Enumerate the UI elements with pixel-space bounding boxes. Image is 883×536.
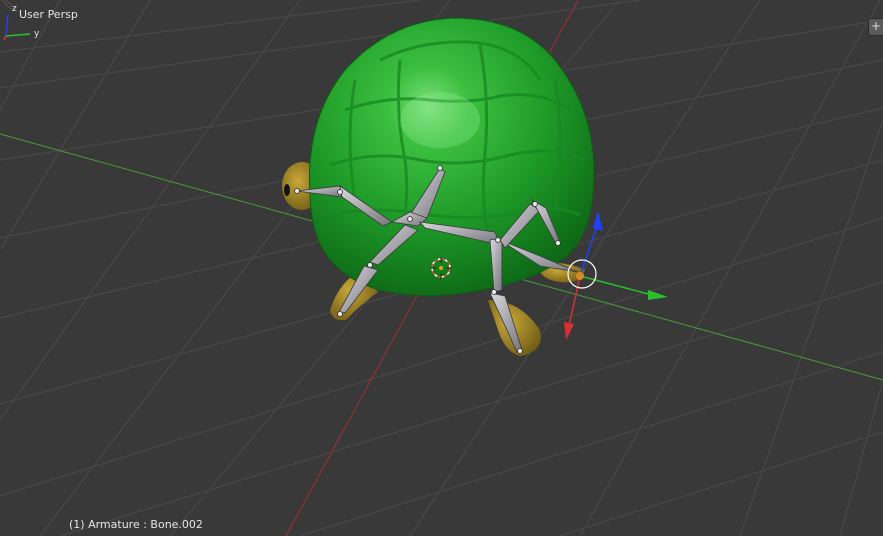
active-object-label: (1) Armature : Bone.002 [69, 518, 203, 531]
turtle-eye [284, 184, 290, 196]
axis-gizmo-icon: z y [3, 4, 40, 41]
scene-canvas[interactable] [0, 0, 883, 536]
manipulator-y-arrow[interactable] [648, 290, 668, 300]
manipulator-x-arrow[interactable] [564, 322, 574, 340]
shell-highlight [400, 92, 480, 148]
turtle-shell [308, 17, 595, 297]
manipulator-y-axis[interactable] [579, 275, 657, 297]
axis-gizmo-z-label: z [12, 4, 17, 14]
manipulator-z-arrow[interactable] [593, 211, 603, 231]
3d-viewport[interactable]: User Persp + z y (1) Armature : Bone.002 [0, 0, 883, 536]
axis-gizmo-y-label: y [34, 29, 40, 39]
plus-icon: + [870, 19, 882, 33]
add-panel-button[interactable]: + [868, 18, 883, 36]
manipulator-center[interactable] [576, 272, 584, 280]
